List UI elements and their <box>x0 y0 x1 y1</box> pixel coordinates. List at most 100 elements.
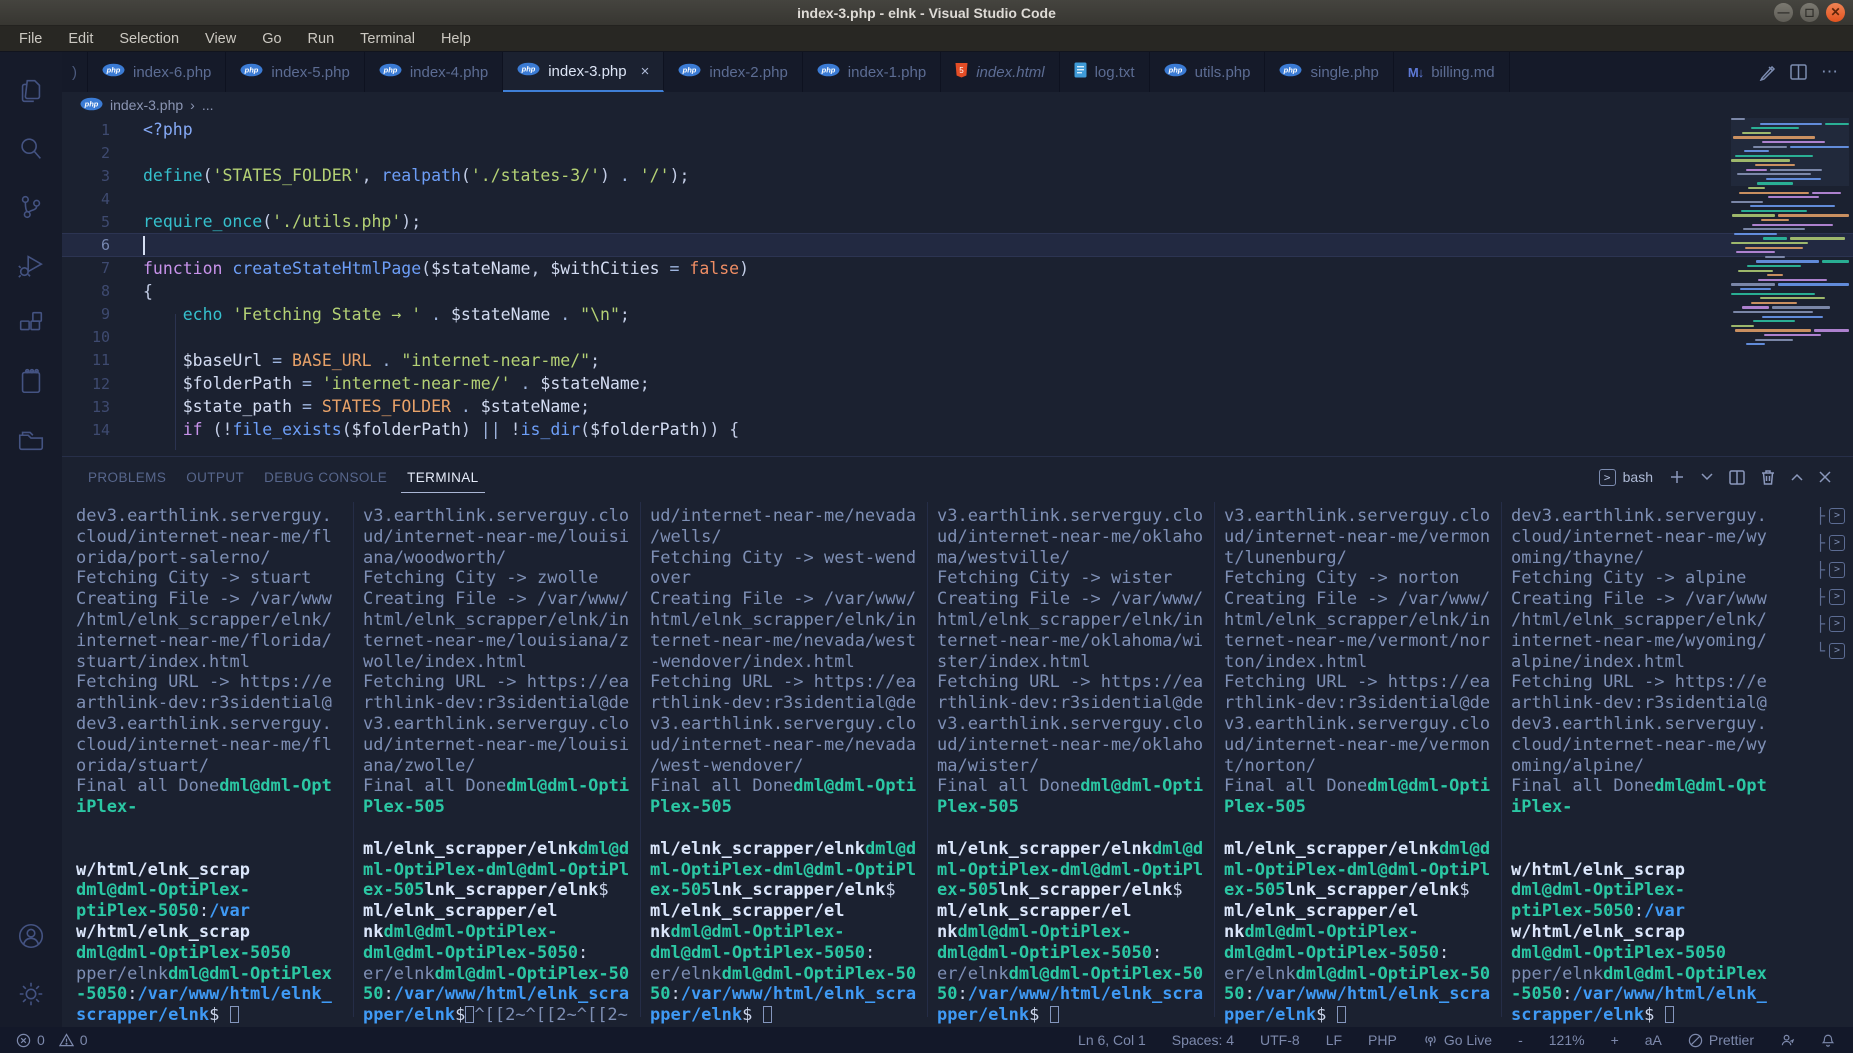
close-tab-icon[interactable]: × <box>641 63 650 80</box>
terminal-text: pper/elnk <box>76 964 168 984</box>
tab-log-txt[interactable]: log.txt <box>1060 52 1150 92</box>
terminal-line: Creating File -> /var/www <box>1511 589 1783 610</box>
minimap-mark <box>1731 325 1754 327</box>
terminal-pane-4[interactable]: v3.earthlink.serverguy.cloud/internet-ne… <box>937 506 1209 1026</box>
chevron-down-icon[interactable] <box>1701 473 1713 481</box>
tab-single-php[interactable]: phpsingle.php <box>1265 52 1393 92</box>
php-file-icon: php <box>1164 63 1187 81</box>
terminal-pane-3[interactable]: ud/internet-near-me/nevada/wells/Fetchin… <box>650 506 922 1026</box>
terminal-icon: > <box>1829 535 1845 551</box>
run-code-icon[interactable] <box>1759 64 1776 81</box>
account-icon[interactable] <box>0 907 62 965</box>
settings-icon[interactable] <box>0 965 62 1023</box>
status-lf[interactable]: LF <box>1326 1032 1342 1048</box>
minimap-mark <box>1746 343 1765 345</box>
panel-tab-terminal[interactable]: TERMINAL <box>401 461 484 493</box>
status-aa[interactable]: aA <box>1645 1032 1662 1048</box>
menu-view[interactable]: View <box>194 28 247 50</box>
terminal-text: rthlink-dev:r3sidential@de <box>1224 693 1490 713</box>
status-bell[interactable] <box>1821 1033 1835 1048</box>
terminal-text: lnk_scrapper/elnk <box>711 880 885 900</box>
terminal-list-item[interactable]: ├> <box>1816 583 1845 610</box>
status-person[interactable] <box>1780 1033 1795 1048</box>
split-terminal-icon[interactable] <box>1729 470 1745 485</box>
tab-index-3-php[interactable]: phpindex-3.php× <box>503 52 664 92</box>
code-editor[interactable]: 1<?php23define('STATES_FOLDER', realpath… <box>62 118 1853 456</box>
line-number: 13 <box>62 398 110 416</box>
tab-index-1-php[interactable]: phpindex-1.php <box>803 52 941 92</box>
tab-index-html[interactable]: 5index.html <box>941 52 1059 92</box>
kill-terminal-trash-icon[interactable] <box>1761 469 1775 485</box>
status-spaces-4[interactable]: Spaces: 4 <box>1172 1032 1234 1048</box>
minimap[interactable] <box>1731 118 1849 358</box>
tab-index-2-php[interactable]: phpindex-2.php <box>664 52 802 92</box>
token: ) <box>600 166 610 185</box>
terminal-text: v3.earthlink.serverguy.clo <box>937 714 1203 734</box>
new-terminal-icon[interactable] <box>1669 469 1685 485</box>
notebook-icon[interactable] <box>0 352 62 410</box>
terminal-pane-1[interactable]: dev3.earthlink.serverguy.cloud/internet-… <box>76 506 348 1026</box>
tab-billing-md[interactable]: M↓billing.md <box>1394 52 1510 92</box>
close-button[interactable]: ✕ <box>1826 3 1845 22</box>
status-utf-8[interactable]: UTF-8 <box>1260 1032 1300 1048</box>
split-editor-icon[interactable] <box>1790 64 1807 80</box>
tab-index-4-php[interactable]: phpindex-4.php <box>365 52 503 92</box>
status-php[interactable]: PHP <box>1368 1032 1397 1048</box>
status-error[interactable]: 0 <box>16 1032 45 1048</box>
terminal-shell-selector[interactable]: > bash <box>1599 469 1653 486</box>
minimap-mark <box>1762 316 1823 318</box>
tab-index-5-php[interactable]: phpindex-5.php <box>226 52 364 92</box>
token: ); <box>670 166 690 185</box>
terminal-text: dml@dml-OptiPlex-5050 <box>937 943 1152 963</box>
status-ln-6-col-1[interactable]: Ln 6, Col 1 <box>1078 1032 1146 1048</box>
menu-help[interactable]: Help <box>430 28 482 50</box>
terminal-list-item[interactable]: ├> <box>1816 556 1845 583</box>
status-go-live[interactable]: Go Live <box>1423 1032 1492 1048</box>
minimize-button[interactable]: — <box>1774 3 1793 22</box>
menu-edit[interactable]: Edit <box>57 28 104 50</box>
folders-icon[interactable] <box>0 410 62 468</box>
chevron-up-icon[interactable] <box>1791 473 1803 481</box>
terminal-pane-5[interactable]: v3.earthlink.serverguy.cloud/internet-ne… <box>1224 506 1496 1026</box>
token: ! <box>511 420 521 439</box>
terminal-pane-6[interactable]: dev3.earthlink.serverguy.cloud/internet-… <box>1511 506 1783 1026</box>
tab--[interactable]: ) <box>62 52 88 92</box>
status-121-[interactable]: 121% <box>1549 1032 1585 1048</box>
minimap-mark <box>1755 164 1795 166</box>
terminal-list-item[interactable]: ├> <box>1816 529 1845 556</box>
tab-index-6-php[interactable]: phpindex-6.php <box>88 52 226 92</box>
terminal-area[interactable]: dev3.earthlink.serverguy.cloud/internet-… <box>62 498 1853 1027</box>
status--[interactable]: + <box>1611 1032 1619 1048</box>
terminal-list-item[interactable]: ├> <box>1816 610 1845 637</box>
panel-tab-problems[interactable]: PROBLEMS <box>82 461 172 493</box>
menu-selection[interactable]: Selection <box>108 28 190 50</box>
maximize-button[interactable]: ◻ <box>1800 3 1819 22</box>
explorer-icon[interactable] <box>0 62 62 120</box>
menu-terminal[interactable]: Terminal <box>349 28 426 50</box>
panel-tab-output[interactable]: OUTPUT <box>180 461 250 493</box>
terminal-pane-2[interactable]: v3.earthlink.serverguy.cloud/internet-ne… <box>363 506 635 1026</box>
tab-label: index.html <box>976 64 1044 81</box>
terminal-line: ml-OptiPlex-dml@dml-OptiPl <box>363 860 635 881</box>
minimap-row <box>1731 242 1849 245</box>
close-panel-icon[interactable] <box>1819 471 1831 483</box>
extensions-icon[interactable] <box>0 294 62 352</box>
breadcrumb[interactable]: php index-3.php › ... <box>62 92 1853 118</box>
code-line: 13 $state_path = STATES_FOLDER . $stateN… <box>62 395 1853 418</box>
status-warning[interactable]: 0 <box>59 1032 88 1048</box>
more-actions-icon[interactable]: ⋯ <box>1821 62 1839 82</box>
panel-tab-debug-console[interactable]: DEBUG CONSOLE <box>258 461 393 493</box>
menu-go[interactable]: Go <box>251 28 292 50</box>
status--[interactable]: - <box>1518 1032 1523 1048</box>
tab-utils-php[interactable]: phputils.php <box>1150 52 1266 92</box>
minimap-mark <box>1732 214 1775 216</box>
source-control-icon[interactable] <box>0 178 62 236</box>
menu-file[interactable]: File <box>8 28 53 50</box>
terminal-list-item[interactable]: ├> <box>1816 502 1845 529</box>
terminal-list-item[interactable]: └> <box>1816 637 1845 664</box>
run-debug-icon[interactable] <box>0 236 62 294</box>
terminal-text: -5050 <box>76 984 127 1004</box>
search-icon[interactable] <box>0 120 62 178</box>
menu-run[interactable]: Run <box>297 28 346 50</box>
status-prettier[interactable]: Prettier <box>1688 1032 1754 1048</box>
